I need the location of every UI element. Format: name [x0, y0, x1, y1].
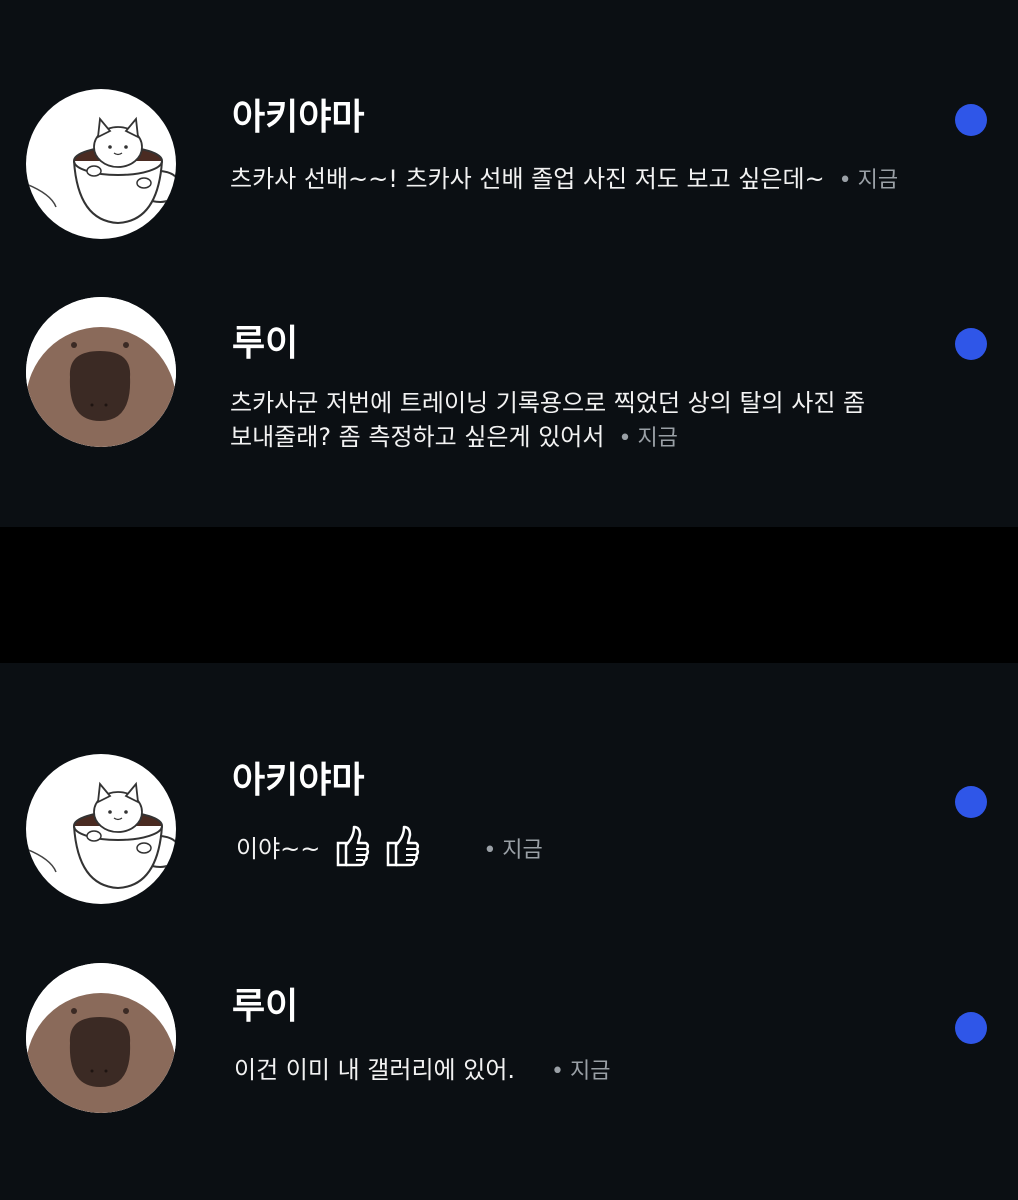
- notification-panel-bottom: 아키야마 이야~~ • 지금 루이 이건 이미 내 갤러리에 있어. • 지금: [0, 663, 1018, 1200]
- time-meta: • 지금: [483, 838, 542, 863]
- notification-row-rui[interactable]: 루이 츠카사군 저번에 트레이닝 기록용으로 찍었던 상의 탈의 사진 좀 보내…: [0, 260, 1018, 527]
- sender-name: 아키야마: [232, 97, 365, 138]
- avatar[interactable]: [26, 89, 176, 239]
- message-text: 이야~~: [236, 835, 321, 863]
- thumbs-up-icon: [386, 825, 419, 867]
- message-text: 이건 이미 내 갤러리에 있어.: [234, 1056, 516, 1084]
- separator-dot: •: [838, 168, 852, 193]
- time-meta: • 지금: [839, 168, 898, 193]
- unread-dot-icon: [955, 328, 987, 360]
- thumbs-up-icon: [336, 825, 370, 867]
- avatar[interactable]: [26, 754, 176, 904]
- cat-in-cup-icon: [26, 781, 176, 890]
- timestamp: 지금: [857, 168, 899, 193]
- avatar[interactable]: [26, 963, 176, 1113]
- platypus-icon: [26, 963, 176, 1113]
- unread-dot-icon: [955, 104, 987, 136]
- sender-name: 아키야마: [232, 760, 365, 801]
- message-preview-line-1: 츠카사군 저번에 트레이닝 기록용으로 찍었던 상의 탈의 사진 좀: [230, 389, 866, 417]
- notification-row-akiyama[interactable]: 아키야마 츠카사 선배~~! 츠카사 선배 졸업 사진 저도 보고 싶은데~ • 지…: [0, 0, 1018, 260]
- sender-name: 루이: [232, 986, 299, 1027]
- cat-in-cup-icon: [26, 116, 176, 225]
- unread-dot-icon: [955, 786, 987, 818]
- unread-dot-icon: [955, 1012, 987, 1044]
- separator-dot: •: [483, 838, 497, 863]
- separator-dot: •: [551, 1059, 565, 1084]
- message-text: 츠카사 선배~~! 츠카사 선배 졸업 사진 저도 보고 싶은데~: [230, 165, 825, 193]
- timestamp: 지금: [502, 838, 543, 863]
- notification-row-akiyama[interactable]: 아키야마 이야~~ • 지금: [0, 663, 1018, 963]
- avatar[interactable]: [26, 297, 176, 447]
- message-preview: 이건 이미 내 갤러리에 있어. • 지금: [234, 1053, 611, 1089]
- sender-name: 루이: [232, 323, 299, 364]
- message-preview-line-2: 보내줄래? 좀 측정하고 싶은게 있어서 • 지금: [230, 420, 678, 456]
- timestamp: 지금: [570, 1059, 611, 1084]
- platypus-icon: [26, 297, 176, 447]
- notification-row-rui[interactable]: 루이 이건 이미 내 갤러리에 있어. • 지금: [0, 963, 1018, 1200]
- message-preview: 츠카사 선배~~! 츠카사 선배 졸업 사진 저도 보고 싶은데~ • 지금: [230, 162, 898, 198]
- separator-dot: •: [618, 426, 632, 451]
- message-preview: 이야~~ • 지금: [236, 823, 543, 868]
- time-meta: • 지금: [618, 426, 677, 451]
- time-meta: • 지금: [551, 1059, 610, 1084]
- message-text: 보내줄래? 좀 측정하고 싶은게 있어서: [230, 423, 605, 451]
- notification-panel-top: 아키야마 츠카사 선배~~! 츠카사 선배 졸업 사진 저도 보고 싶은데~ • 지…: [0, 0, 1018, 527]
- timestamp: 지금: [637, 426, 678, 451]
